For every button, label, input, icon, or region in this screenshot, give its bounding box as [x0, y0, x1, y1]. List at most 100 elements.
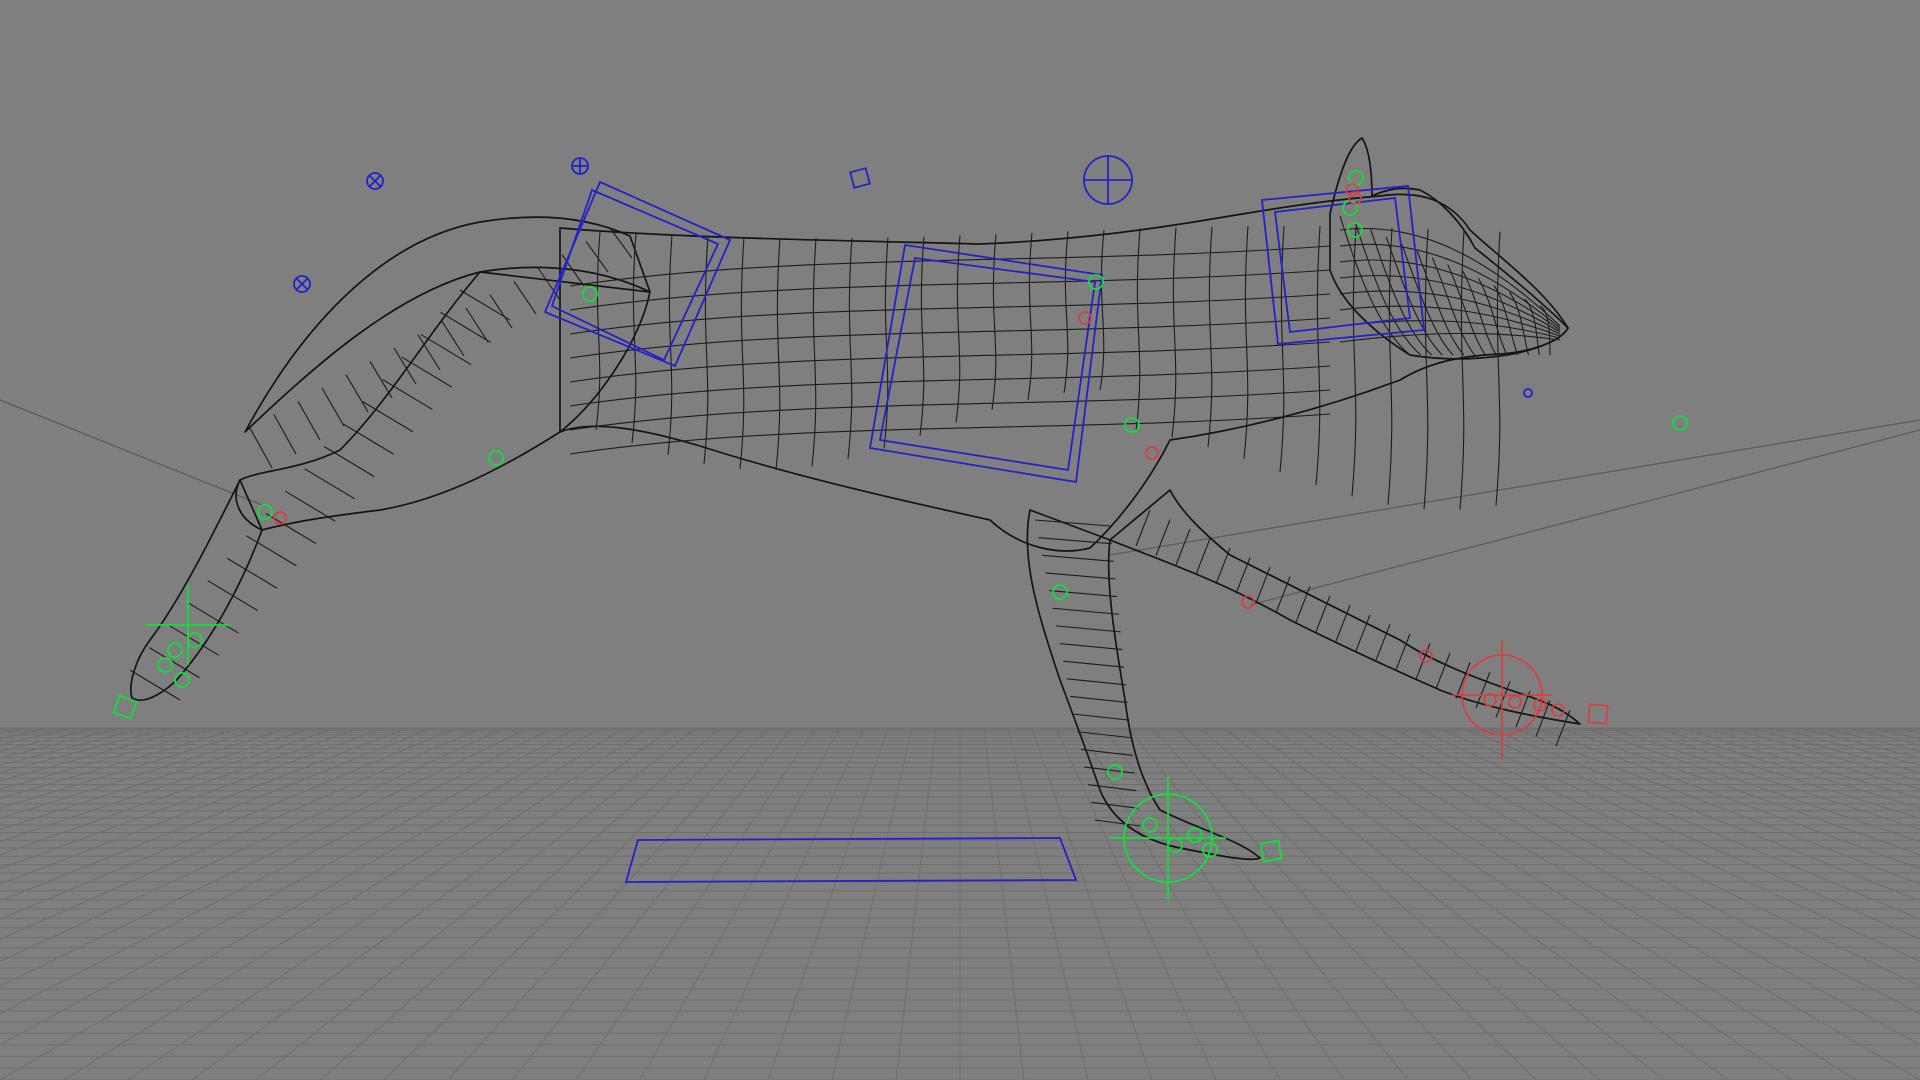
edge-loop [1056, 625, 1121, 633]
green-joint-marker[interactable] [1107, 764, 1123, 780]
spine-locator[interactable] [849, 167, 871, 189]
grid-column [1127, 727, 1409, 1080]
root-control[interactable] [624, 837, 1078, 883]
grid-column [1607, 727, 1920, 831]
edge-loop [585, 241, 609, 273]
ik-guide-lines [0, 399, 1920, 606]
edge-loop [465, 307, 489, 343]
edge-loop [345, 374, 369, 413]
head-mesh[interactable] [1329, 137, 1569, 360]
green-joint-marker[interactable] [257, 504, 273, 520]
edge-loop [420, 334, 472, 366]
grid-column [1175, 727, 1537, 1080]
edge-loop [1315, 226, 1321, 486]
grid-column [895, 727, 937, 1080]
blue-rig-controls[interactable] [293, 155, 1533, 484]
grid-column [575, 727, 817, 1080]
green-joint-marker[interactable] [582, 286, 598, 302]
tail-locator-1[interactable] [366, 172, 384, 190]
grid-column [0, 727, 25, 734]
grid-column [1079, 727, 1281, 1080]
red-rig-controls[interactable] [273, 183, 1565, 717]
edge-loop [1455, 662, 1471, 699]
grid-column [0, 727, 385, 870]
tail-locator-3[interactable] [571, 157, 589, 175]
edge-loop [569, 389, 1331, 431]
jaw-locator[interactable] [1523, 388, 1533, 398]
grid-column [0, 727, 145, 766]
grid-column [983, 727, 1025, 1080]
tail-locator-2[interactable] [293, 275, 311, 293]
viewport-scene[interactable] [0, 0, 1920, 1080]
grid-column [1295, 727, 1857, 1080]
grid-column [255, 727, 697, 1080]
edge-loop [321, 387, 345, 427]
rear-thigh-mesh[interactable] [235, 271, 651, 531]
ground-grid [0, 727, 1920, 1080]
chest-control-inner[interactable] [878, 256, 1097, 472]
grid-column [0, 727, 505, 962]
grid-column [0, 727, 289, 820]
edge-loop [1091, 801, 1139, 809]
pole-vector-line-front-a [1109, 419, 1920, 556]
edge-loop [569, 293, 1331, 335]
green-joint-marker[interactable] [1672, 415, 1688, 431]
green-joint-marker[interactable] [167, 642, 183, 658]
grid-column [1223, 727, 1665, 1080]
edge-loop [1063, 660, 1125, 668]
edge-loop [1155, 519, 1171, 556]
world-locator-large[interactable] [1083, 155, 1133, 205]
torso-mesh[interactable] [559, 193, 1569, 552]
edge-loop [569, 413, 1331, 455]
edge-loop [991, 234, 997, 411]
front-right-leg-mesh[interactable] [1109, 489, 1581, 725]
edge-loop [1351, 226, 1357, 497]
edge-loop [304, 468, 355, 500]
edge-loop [1063, 231, 1069, 393]
red-joint-marker[interactable] [1145, 446, 1159, 460]
grid-column [383, 727, 745, 1080]
green-joint-marker[interactable] [488, 450, 504, 466]
grid-column [1103, 727, 1345, 1080]
edge-loop [440, 311, 491, 343]
edge-loop [1052, 607, 1119, 615]
edge-loop [513, 281, 537, 315]
edge-loop [595, 231, 601, 431]
rear-lower-leg-mesh[interactable] [130, 479, 263, 701]
edge-loop [847, 237, 853, 459]
green-joint-marker[interactable] [157, 657, 173, 673]
edge-loop [273, 414, 297, 455]
edge-loop [1042, 554, 1114, 562]
edge-loop [207, 580, 258, 612]
pole-vector-line-rear [0, 399, 263, 506]
red-joint-marker[interactable] [1345, 183, 1359, 197]
edge-loop [1215, 547, 1231, 585]
green-joint-marker[interactable] [187, 632, 203, 648]
ik-target-front-right-foot[interactable] [1452, 640, 1609, 760]
edge-loop [393, 347, 417, 385]
edge-loop [1080, 748, 1134, 756]
edge-loop [1175, 528, 1191, 566]
grid-column [767, 727, 889, 1080]
grid-column [1823, 727, 1920, 752]
grid-column [1631, 727, 1920, 820]
edge-loop [1339, 227, 1561, 327]
grid-column [1055, 727, 1217, 1080]
grid-column [1007, 727, 1089, 1080]
edge-loop [187, 602, 239, 634]
pole-vector-line-front-b [1249, 429, 1920, 606]
edge-loop [1207, 226, 1213, 447]
grid-column [831, 727, 913, 1080]
red-joint-marker[interactable] [1508, 695, 1522, 709]
3d-viewport[interactable] [0, 0, 1920, 1080]
grid-column [1151, 727, 1473, 1080]
edge-loop [249, 427, 273, 469]
edge-loop [1355, 614, 1371, 651]
grid-column [639, 727, 841, 1080]
edge-loop [1435, 652, 1451, 690]
edge-loop [1475, 671, 1491, 709]
green-joint-marker[interactable] [1348, 170, 1364, 186]
grid-column [1247, 727, 1729, 1080]
green-rig-controls[interactable] [157, 170, 1688, 858]
front-left-leg-mesh[interactable] [1026, 509, 1261, 861]
